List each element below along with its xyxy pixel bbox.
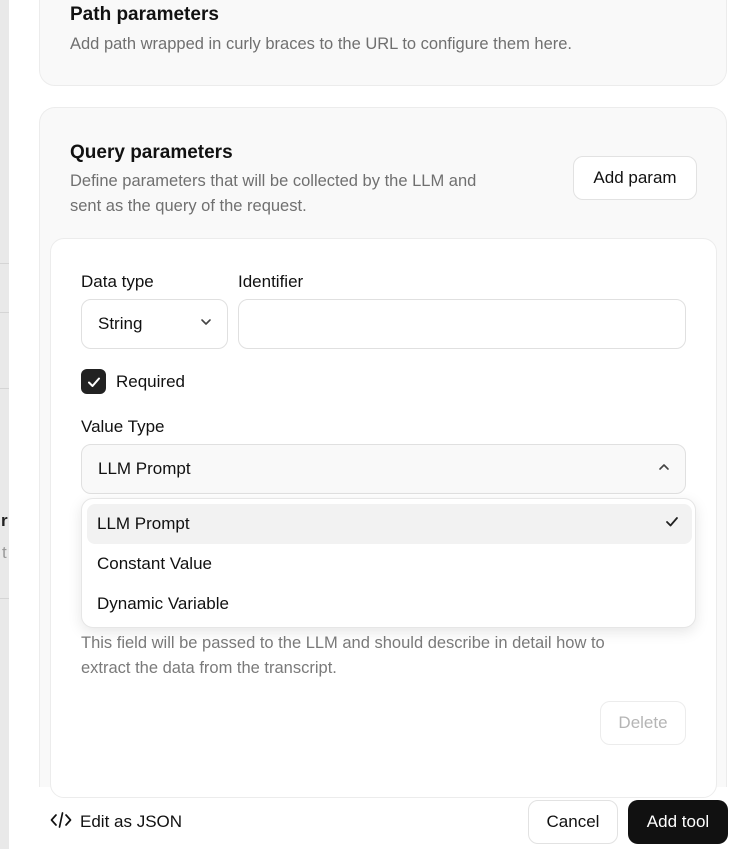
path-parameters-card: Path parameters Add path wrapped in curl… <box>39 0 727 86</box>
hint-line1: This field will be passed to the LLM and… <box>81 634 605 652</box>
dropdown-option-llm-prompt[interactable]: LLM Prompt <box>87 504 692 544</box>
add-param-button[interactable]: Add param <box>573 156 697 200</box>
path-parameters-description: Add path wrapped in curly braces to the … <box>70 35 573 53</box>
value-type-value: LLM Prompt <box>98 459 191 478</box>
divider <box>0 598 9 599</box>
path-parameters-title: Path parameters <box>70 4 219 25</box>
query-parameters-description-line1: Define parameters that will be collected… <box>70 172 477 190</box>
divider <box>0 388 9 389</box>
delete-button[interactable]: Delete <box>600 701 686 745</box>
page: r t Path parameters Add path wrapped in … <box>0 0 745 849</box>
identifier-label: Identifier <box>238 272 304 291</box>
option-label: LLM Prompt <box>97 514 190 533</box>
option-label: Constant Value <box>97 554 212 573</box>
data-type-value: String <box>98 314 143 333</box>
cancel-button[interactable]: Cancel <box>528 800 618 844</box>
divider <box>0 263 9 264</box>
add-tool-button[interactable]: Add tool <box>628 800 728 844</box>
query-parameters-title: Query parameters <box>70 142 233 163</box>
dropdown-option-dynamic-variable[interactable]: Dynamic Variable <box>87 584 692 624</box>
edit-as-json-button[interactable]: Edit as JSON <box>50 810 182 834</box>
divider <box>0 312 9 313</box>
required-label: Required <box>116 372 185 391</box>
value-type-dropdown: LLM Prompt Constant Value Dynamic Variab… <box>81 498 696 628</box>
value-type-label: Value Type <box>81 417 165 436</box>
data-type-select[interactable]: String <box>81 299 228 349</box>
checkmark-icon <box>664 514 680 535</box>
background-panel <box>0 0 9 849</box>
edit-as-json-label: Edit as JSON <box>80 812 183 831</box>
dropdown-option-constant-value[interactable]: Constant Value <box>87 544 692 584</box>
hint-line2: extract the data from the transcript. <box>81 659 337 677</box>
value-type-hint: This field will be passed to the LLM and… <box>81 631 691 681</box>
option-label: Dynamic Variable <box>97 594 229 613</box>
data-type-label: Data type <box>81 272 154 291</box>
chevron-down-icon <box>199 314 213 334</box>
code-icon <box>50 811 72 834</box>
check-icon <box>87 377 100 387</box>
required-checkbox[interactable] <box>81 369 106 394</box>
chevron-up-icon <box>657 459 671 479</box>
background-text: r <box>1 511 8 530</box>
value-type-select[interactable]: LLM Prompt <box>81 444 686 494</box>
query-parameters-description-line2: sent as the query of the request. <box>70 197 307 215</box>
background-text: t <box>2 543 7 562</box>
identifier-input[interactable] <box>238 299 686 349</box>
